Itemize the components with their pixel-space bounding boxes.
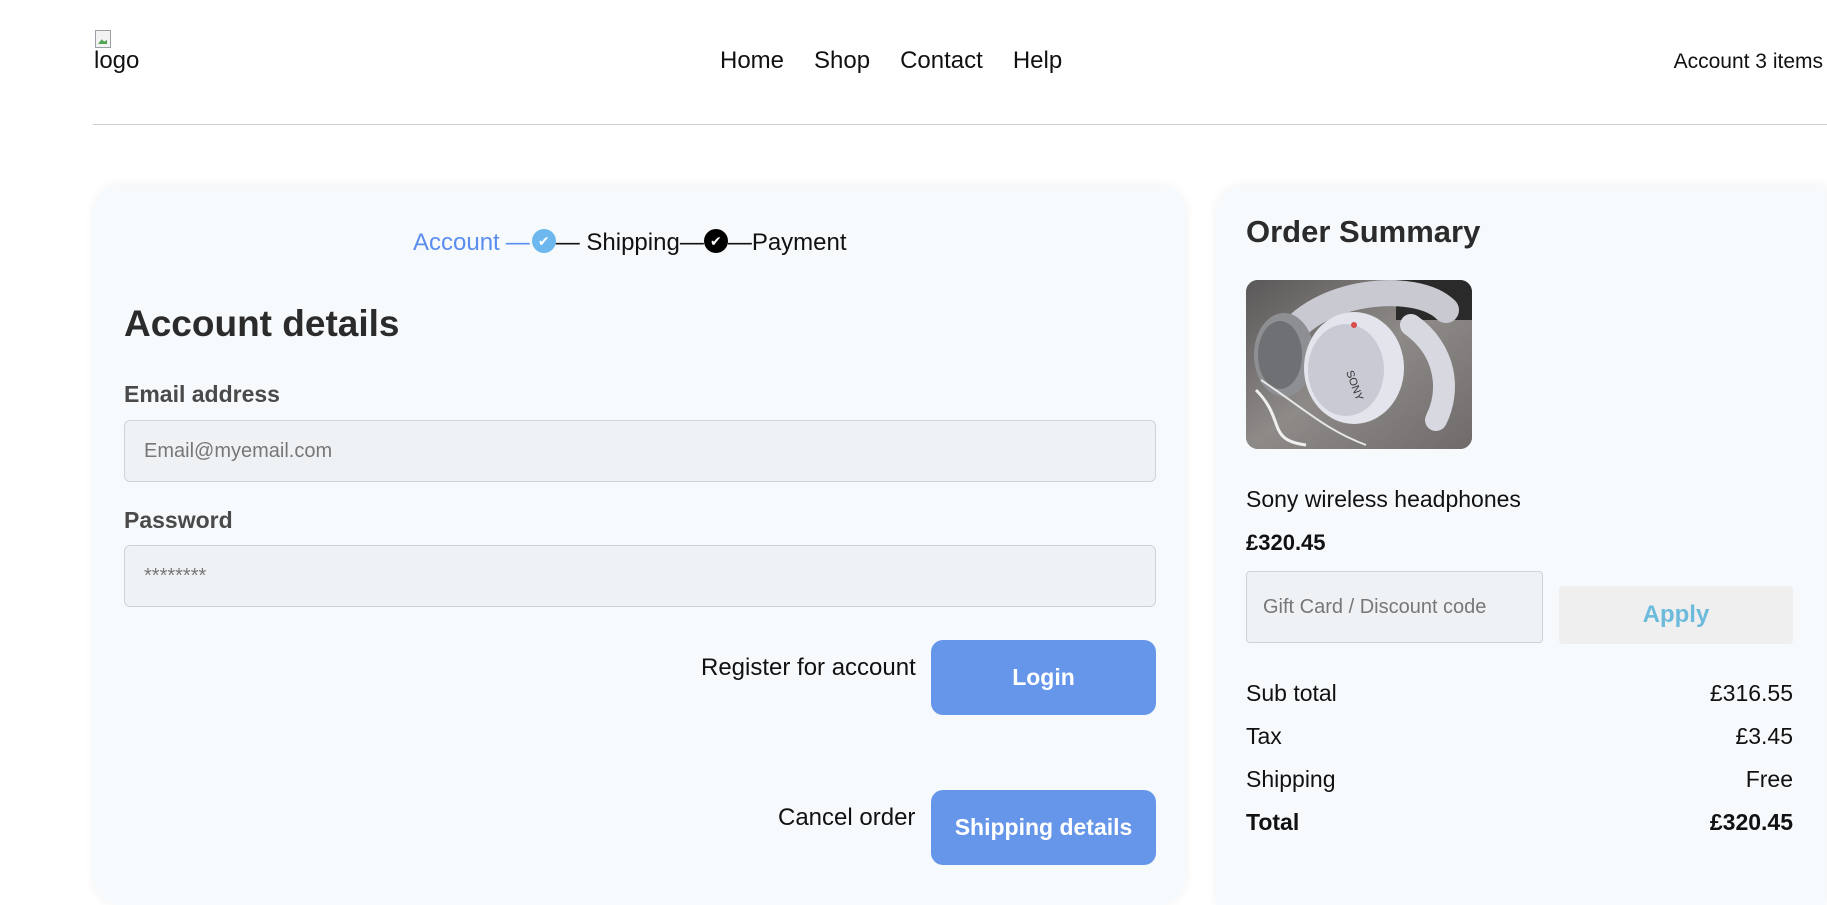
shipping-details-button[interactable]: Shipping details	[931, 790, 1156, 865]
email-field[interactable]	[124, 420, 1156, 482]
logo[interactable]: logo	[94, 28, 139, 74]
product-price: £320.45	[1246, 530, 1326, 555]
nav-home[interactable]: Home	[720, 47, 784, 75]
site-header: logo Home Shop Contact Help Account 3 it…	[0, 0, 1827, 126]
main-nav: Home Shop Contact Help	[720, 47, 1062, 75]
apply-discount-button[interactable]: Apply	[1559, 586, 1793, 644]
product-image: SONY	[1246, 280, 1472, 449]
checkout-stepper: Account — ✔ — Shipping — ✔ — Payment	[413, 229, 847, 257]
shipping-value: Free	[1745, 766, 1793, 792]
password-label: Password	[124, 507, 233, 533]
step-connector: —	[505, 229, 530, 256]
email-label: Email address	[124, 381, 280, 407]
subtotal-label: Sub total	[1246, 680, 1337, 706]
step-shipping[interactable]: Shipping	[586, 229, 679, 257]
tax-value: £3.45	[1735, 723, 1793, 749]
page-title: Account details	[124, 303, 400, 344]
discount-code-input[interactable]	[1246, 571, 1543, 643]
total-value: £320.45	[1709, 809, 1793, 835]
password-field[interactable]	[124, 545, 1156, 607]
nav-help[interactable]: Help	[1013, 47, 1062, 75]
subtotal-value: £316.55	[1709, 680, 1793, 706]
nav-contact[interactable]: Contact	[900, 47, 983, 75]
step-connector: —	[727, 229, 752, 256]
step-connector: —	[555, 229, 587, 256]
register-link[interactable]: Register for account	[701, 654, 916, 682]
total-label: Total	[1246, 809, 1300, 835]
total-row: Total £320.45	[1246, 801, 1793, 844]
logo-alt-text: logo	[94, 47, 140, 74]
cancel-order-link[interactable]: Cancel order	[778, 804, 915, 832]
login-button[interactable]: Login	[931, 640, 1156, 715]
checkout-card: Account — ✔ — Shipping — ✔ — Payment Acc…	[93, 185, 1186, 905]
order-summary-card: Order Summary SONY Sony wireless headpho…	[1216, 185, 1826, 905]
summary-title: Order Summary	[1246, 214, 1481, 249]
shipping-label: Shipping	[1246, 766, 1336, 792]
broken-image-icon	[94, 28, 116, 50]
headphones-photo: SONY	[1246, 280, 1472, 449]
step-payment[interactable]: Payment	[752, 229, 847, 257]
check-circle-icon: ✔	[531, 229, 556, 253]
shipping-row: Shipping Free	[1246, 758, 1793, 801]
step-connector: —	[679, 229, 704, 256]
header-divider	[93, 124, 1827, 125]
step-account[interactable]: Account	[413, 229, 500, 257]
nav-shop[interactable]: Shop	[814, 47, 870, 75]
product-name: Sony wireless headphones	[1246, 486, 1521, 512]
order-totals: Sub total £316.55 Tax £3.45 Shipping Fre…	[1246, 672, 1793, 844]
check-circle-icon: ✔	[703, 229, 728, 253]
account-cart-link[interactable]: Account 3 items	[1674, 50, 1823, 74]
subtotal-row: Sub total £316.55	[1246, 672, 1793, 715]
tax-row: Tax £3.45	[1246, 715, 1793, 758]
tax-label: Tax	[1246, 723, 1282, 749]
